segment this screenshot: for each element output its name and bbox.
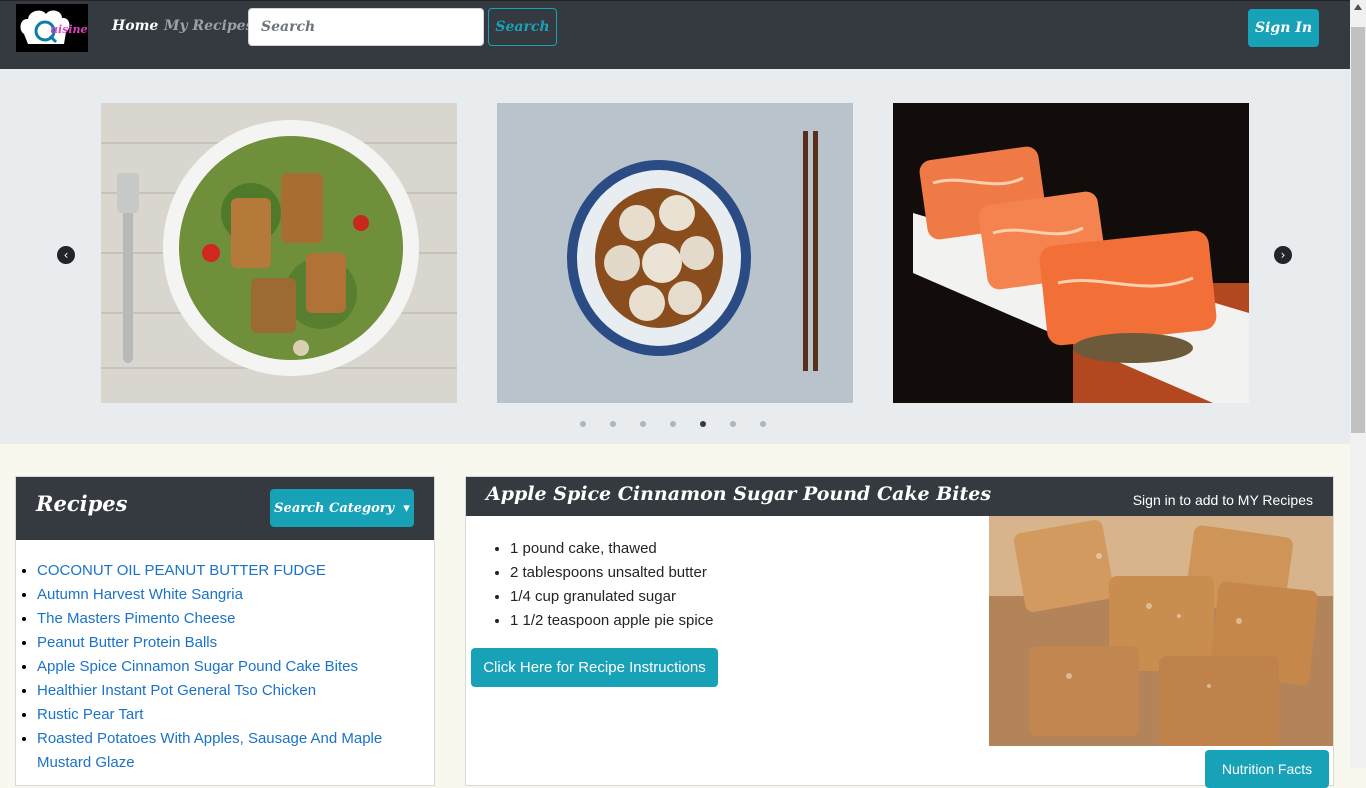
carousel-slide-salad[interactable] xyxy=(101,103,457,403)
ingredient-item: 1 1/2 teaspoon apple pie spice xyxy=(510,609,714,633)
pound-cake-bites-image xyxy=(989,516,1333,746)
recipe-title: Apple Spice Cinnamon Sugar Pound Cake Bi… xyxy=(486,483,992,505)
recipes-panel: Recipes Search Category ▾ COCONUT OIL PE… xyxy=(15,476,435,786)
carousel-next-button[interactable]: › xyxy=(1274,246,1292,264)
search-category-dropdown[interactable]: Search Category ▾ xyxy=(270,489,414,527)
scroll-up-icon[interactable] xyxy=(1354,4,1362,10)
ingredient-item: 1/4 cup granulated sugar xyxy=(510,585,714,609)
carousel-indicator-3[interactable] xyxy=(640,421,646,427)
nutrition-facts-button[interactable]: Nutrition Facts xyxy=(1205,750,1329,788)
list-item: Apple Spice Cinnamon Sugar Pound Cake Bi… xyxy=(37,655,427,679)
recipe-link[interactable]: COCONUT OIL PEANUT BUTTER FUDGE xyxy=(37,562,326,579)
page-scrollbar[interactable] xyxy=(1350,0,1366,768)
nav-my-recipes-link[interactable]: My Recipes xyxy=(164,18,253,34)
ingredient-item: 2 tablespoons unsalted butter xyxy=(510,561,714,585)
list-item: Peanut Butter Protein Balls xyxy=(37,631,427,655)
carousel: ‹ › xyxy=(0,69,1350,444)
scrollbar-thumb[interactable] xyxy=(1351,27,1365,433)
recipe-link[interactable]: Apple Spice Cinnamon Sugar Pound Cake Bi… xyxy=(37,658,358,675)
list-item: The Masters Pimento Cheese xyxy=(37,607,427,631)
recipe-link[interactable]: The Masters Pimento Cheese xyxy=(37,610,235,627)
carousel-indicator-1[interactable] xyxy=(580,421,586,427)
recipe-link[interactable]: Healthier Instant Pot General Tso Chicke… xyxy=(37,682,316,699)
ingredient-list: 1 pound cake, thawed 2 tablespoons unsal… xyxy=(492,537,714,633)
carousel-slide-dumplings[interactable] xyxy=(497,103,853,403)
salmon-image xyxy=(893,103,1249,403)
list-item: COCONUT OIL PEANUT BUTTER FUDGE xyxy=(37,559,427,583)
sign-in-button[interactable]: Sign In xyxy=(1248,9,1319,47)
recipe-image xyxy=(989,516,1333,746)
carousel-indicator-7[interactable] xyxy=(760,421,766,427)
carousel-prev-button[interactable]: ‹ xyxy=(57,246,75,264)
chevron-right-icon: › xyxy=(1280,248,1286,262)
recipe-detail-panel: Apple Spice Cinnamon Sugar Pound Cake Bi… xyxy=(465,476,1334,788)
salad-image xyxy=(101,103,457,403)
recipe-link[interactable]: Autumn Harvest White Sangria xyxy=(37,586,243,603)
dumpling-soup-image xyxy=(497,103,853,403)
caret-down-icon: ▾ xyxy=(398,500,410,516)
recipe-detail-header: Apple Spice Cinnamon Sugar Pound Cake Bi… xyxy=(466,477,1333,516)
logo-text: uisine xyxy=(50,23,88,36)
chevron-left-icon: ‹ xyxy=(63,248,69,262)
recipe-link[interactable]: Peanut Butter Protein Balls xyxy=(37,634,217,651)
recipes-panel-header: Recipes Search Category ▾ xyxy=(16,477,434,540)
recipes-title: Recipes xyxy=(36,491,128,516)
add-to-my-recipes-text[interactable]: Sign in to add to MY Recipes xyxy=(1133,492,1313,508)
recipe-link[interactable]: Rustic Pear Tart xyxy=(37,706,143,723)
recipe-instructions-button[interactable]: Click Here for Recipe Instructions xyxy=(471,648,718,687)
search-button[interactable]: Search xyxy=(488,8,557,46)
logo[interactable]: uisine xyxy=(16,4,88,52)
nav-home-link[interactable]: Home xyxy=(112,18,158,34)
list-item: Rustic Pear Tart xyxy=(37,703,427,727)
search-input[interactable] xyxy=(248,8,484,46)
carousel-indicator-6[interactable] xyxy=(730,421,736,427)
search-category-label: Search Category xyxy=(274,500,395,516)
carousel-indicator-2[interactable] xyxy=(610,421,616,427)
list-item: Healthier Instant Pot General Tso Chicke… xyxy=(37,679,427,703)
recipe-list: COCONUT OIL PEANUT BUTTER FUDGE Autumn H… xyxy=(22,559,427,775)
carousel-indicator-5[interactable] xyxy=(700,421,706,427)
carousel-indicator-4[interactable] xyxy=(670,421,676,427)
list-item: Autumn Harvest White Sangria xyxy=(37,583,427,607)
navbar: uisine Home My Recipes Search Sign In xyxy=(0,0,1350,69)
recipe-link[interactable]: Roasted Potatoes With Apples, Sausage An… xyxy=(37,730,382,771)
ingredient-item: 1 pound cake, thawed xyxy=(510,537,714,561)
carousel-slide-salmon[interactable] xyxy=(893,103,1249,403)
